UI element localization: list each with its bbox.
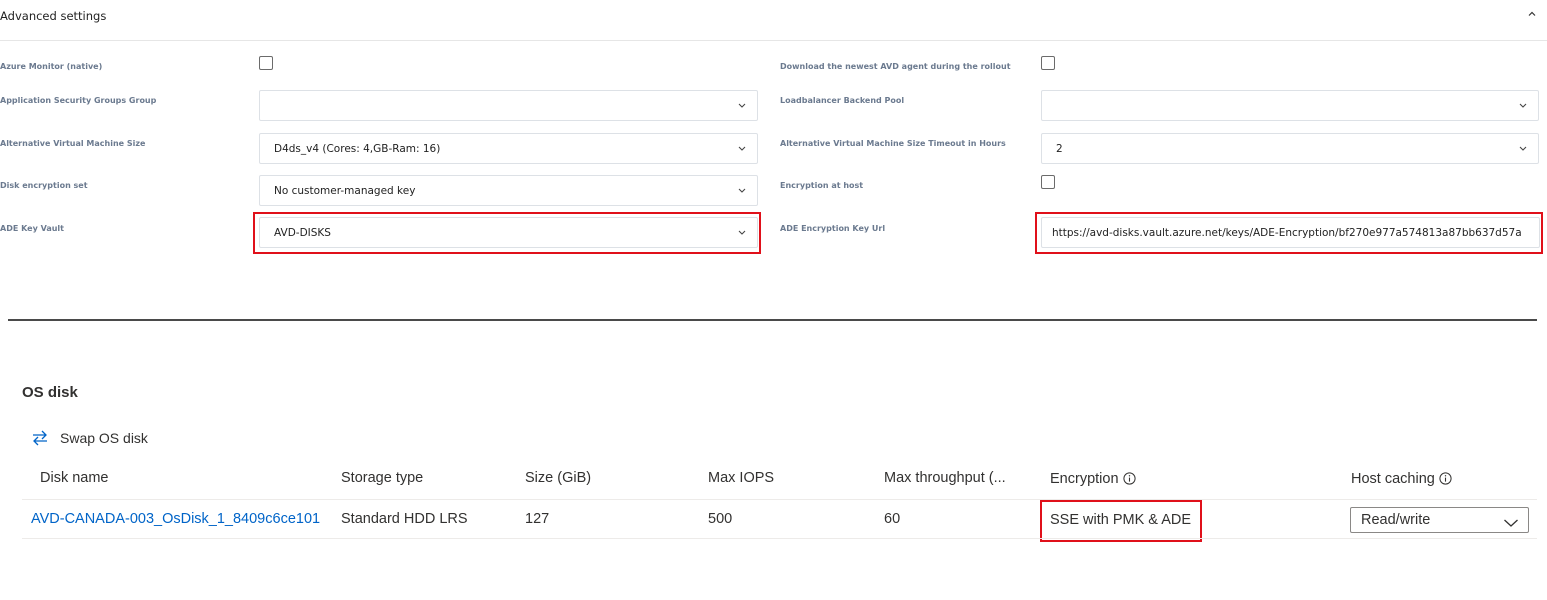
ade-key-vault-value: AVD-DISKS [274,227,331,239]
disk-enc-set-value: No customer-managed key [274,185,416,197]
alt-vm-size-label: Alternative Virtual Machine Size [0,139,146,148]
swap-icon [30,428,50,448]
alt-vm-size-select[interactable]: D4ds_v4 (Cores: 4,GB-Ram: 16) [259,133,758,164]
max-iops-cell: 500 [708,511,733,527]
disk-enc-set-select[interactable]: No customer-managed key [259,175,758,206]
enc-at-host-label: Encryption at host [780,181,864,190]
column-header-host-caching[interactable]: Host caching [1351,471,1452,489]
lb-pool-select[interactable] [1041,90,1539,121]
download-agent-checkbox[interactable] [1041,56,1055,70]
encryption-cell: SSE with PMK & ADE [1050,512,1192,528]
ade-key-url-input[interactable]: https://avd-disks.vault.azure.net/keys/A… [1041,217,1540,248]
asg-group-select[interactable] [259,90,758,121]
chevron-down-icon [1518,100,1528,110]
chevron-down-icon [1518,143,1528,153]
chevron-up-icon[interactable] [1528,8,1536,21]
alt-vm-timeout-select[interactable]: 2 [1041,133,1539,164]
max-throughput-cell: 60 [884,511,901,527]
column-header-max-throughput[interactable]: Max throughput (... [884,470,1006,486]
size-cell: 127 [525,511,550,527]
os-disk-title: OS disk [22,384,78,401]
advanced-settings-title: Advanced settings [0,9,107,23]
ade-key-vault-select[interactable]: AVD-DISKS [259,217,758,248]
host-caching-value: Read/write [1361,512,1431,528]
column-header-encryption-label: Encryption [1050,471,1119,487]
column-header-size[interactable]: Size (GiB) [525,470,591,486]
disk-enc-set-label: Disk encryption set [0,181,88,190]
ade-key-url-label: ADE Encryption Key Url [780,224,886,233]
azure-monitor-checkbox[interactable] [259,56,273,70]
alt-vm-size-value: D4ds_v4 (Cores: 4,GB-Ram: 16) [274,143,441,155]
chevron-down-icon [1503,514,1519,527]
chevron-down-icon [737,100,747,110]
ade-key-vault-label: ADE Key Vault [0,224,64,233]
asg-group-label: Application Security Groups Group [0,96,157,105]
advanced-settings-header[interactable]: Advanced settings [0,0,1547,41]
lb-pool-label: Loadbalancer Backend Pool [780,96,905,105]
storage-type-cell: Standard HDD LRS [341,511,468,527]
azure-monitor-label: Azure Monitor (native) [0,62,103,71]
alt-vm-timeout-label: Alternative Virtual Machine Size Timeout… [780,139,1006,148]
swap-os-disk-label: Swap OS disk [60,430,148,446]
ade-key-url-value: https://avd-disks.vault.azure.net/keys/A… [1052,227,1522,239]
enc-at-host-checkbox[interactable] [1041,175,1055,189]
column-header-host-caching-label: Host caching [1351,471,1435,487]
disk-name-link[interactable]: AVD-CANADA-003_OsDisk_1_8409c6ce101 [31,511,320,527]
column-header-storage-type[interactable]: Storage type [341,470,423,486]
header-divider [22,499,1537,500]
column-header-encryption[interactable]: Encryption [1050,471,1136,489]
column-header-disk-name[interactable]: Disk name [40,470,109,486]
download-agent-label: Download the newest AVD agent during the… [780,62,1011,71]
column-header-max-iops[interactable]: Max IOPS [708,470,774,486]
host-caching-dropdown[interactable]: Read/write [1350,507,1529,533]
info-icon[interactable] [1122,472,1136,489]
chevron-down-icon [737,185,747,195]
info-icon[interactable] [1439,472,1452,489]
section-divider [8,319,1537,321]
alt-vm-timeout-value: 2 [1056,143,1063,155]
chevron-down-icon [737,143,747,153]
row-divider [22,538,1537,539]
chevron-down-icon [737,227,747,237]
